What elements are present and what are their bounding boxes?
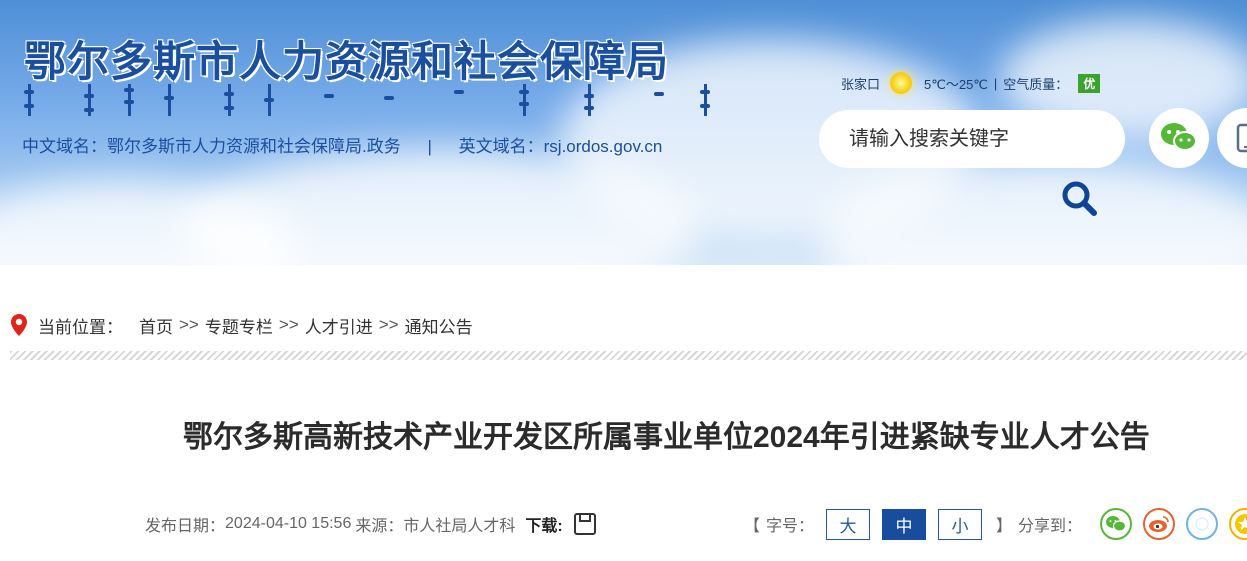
breadcrumb-arrow: >> — [179, 315, 199, 334]
wechat-share-icon — [1106, 516, 1127, 532]
site-header: 鄂尔多斯市人力资源和社会保障局 中文域名：鄂尔多斯市人力资源和社会保障局.政务 … — [0, 0, 1247, 265]
publish-date: 2024-04-10 15:56 — [225, 515, 352, 532]
favorite-share-icon — [1235, 514, 1247, 534]
domain-cn: 中文域名：鄂尔多斯市人力资源和社会保障局.政务 — [22, 137, 401, 156]
weibo-share-icon — [1149, 516, 1169, 532]
article-title: 鄂尔多斯高新技术产业开发区所属事业单位2024年引进紧缺专业人才公告 — [183, 421, 1150, 454]
download-icon[interactable] — [573, 512, 597, 536]
font-size-small-button[interactable]: 小 — [938, 508, 983, 540]
map-pin-icon — [11, 314, 27, 336]
share-label: 分享到： — [1018, 518, 1083, 535]
mobile-icon — [1236, 123, 1247, 153]
air-quality-label: 空气质量： — [1003, 76, 1069, 92]
weather-city: 张家口 — [841, 76, 881, 92]
breadcrumb-talent-introduction[interactable]: 人才引进 — [305, 313, 373, 338]
breadcrumb-notices[interactable]: 通知公告 — [405, 313, 473, 338]
weibo-share-button[interactable] — [1143, 508, 1176, 540]
wechat-share-button[interactable] — [1100, 508, 1133, 540]
breadcrumb-home[interactable]: 首页 — [139, 313, 173, 338]
font-size-large-button[interactable]: 大 — [826, 508, 871, 540]
tools-bracket-close: 】 — [996, 518, 1013, 535]
download-label: 下载: — [525, 518, 563, 535]
source-label: 来源： — [355, 518, 404, 535]
search-icon[interactable] — [1060, 179, 1098, 217]
air-quality-badge: 优 — [1078, 73, 1101, 93]
weather-divider: | — [993, 75, 998, 91]
article-meta: 发布日期： 2024-04-10 15:56 来源： 市人社局人才科 下载: — [145, 508, 597, 540]
publish-date-label: 发布日期： — [145, 518, 226, 535]
site-title: 鄂尔多斯市人力资源和社会保障局 — [24, 37, 670, 86]
weather-widget: 张家口 5℃～25℃ | 空气质量： 优 — [841, 72, 1101, 94]
breadcrumb-special-topics[interactable]: 专题专栏 — [205, 313, 273, 338]
article-tools: 【 字号： 大 中 小 】 分享到： — [738, 508, 1247, 540]
font-size-label: 字号： — [766, 518, 815, 535]
qzone-share-button[interactable] — [1186, 508, 1219, 540]
qzone-share-icon — [1195, 517, 1209, 531]
domain-en: 英文域名：rsj.ordos.gov.cn — [458, 137, 663, 156]
hatched-divider — [10, 351, 1247, 360]
source-value: 市人社局人才科 — [403, 518, 516, 535]
mongolian-title-script — [24, 84, 710, 118]
tools-bracket-open: 【 — [744, 518, 761, 535]
wechat-icon — [1161, 123, 1197, 151]
wechat-button[interactable] — [1149, 108, 1209, 168]
breadcrumb-label: 当前位置： — [38, 317, 123, 337]
domain-separator: | — [427, 137, 432, 156]
breadcrumb: 当前位置： 首页 >> 专题专栏 >> 人才引进 >> 通知公告 — [10, 312, 473, 338]
domain-info: 中文域名：鄂尔多斯市人力资源和社会保障局.政务 | 英文域名：rsj.ordos… — [22, 132, 662, 157]
sunny-icon — [890, 72, 913, 94]
favorite-share-button[interactable] — [1229, 508, 1247, 540]
weather-temp: 5℃～25℃ — [924, 76, 988, 92]
search-input[interactable] — [849, 127, 1109, 151]
breadcrumb-arrow: >> — [278, 315, 299, 334]
search-box — [819, 110, 1125, 168]
font-size-medium-button[interactable]: 中 — [882, 508, 927, 540]
breadcrumb-arrow: >> — [378, 315, 399, 334]
